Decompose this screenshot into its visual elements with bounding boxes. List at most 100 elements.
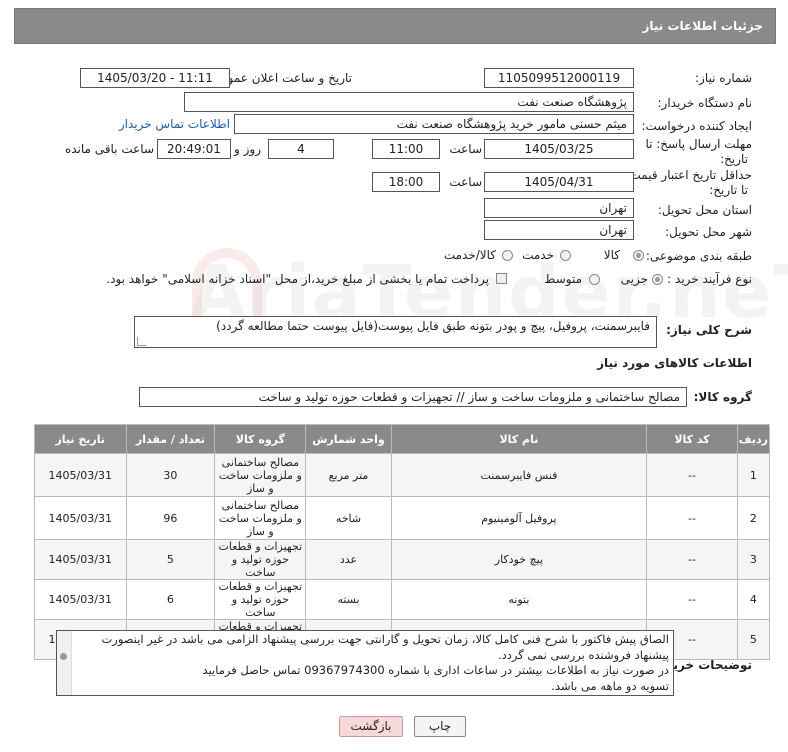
need-number-field: 1105099512000119: [484, 68, 634, 88]
buyer-org-label: نام دستگاه خریدار:: [657, 96, 753, 110]
cell-code: --: [646, 453, 738, 497]
cell-code: --: [646, 579, 738, 620]
validity-time-label: ساعت: [449, 175, 482, 189]
validity-date-field: 1405/04/31: [484, 172, 634, 192]
deadline-label-line1: مهلت ارسال پاسخ: تا: [645, 137, 752, 151]
process-radio-minor[interactable]: [652, 274, 663, 285]
cell-name: فنس فایبرسمنت: [390, 453, 648, 497]
description-label: شرح کلی نیاز:: [666, 323, 752, 337]
treasury-payment-checkbox[interactable]: [496, 273, 507, 284]
cell-name: پروفیل آلومینیوم: [390, 496, 648, 540]
items-table: تاریخ نیاز تعداد / مقدار گروه کالا واحد …: [34, 424, 771, 660]
process-radio-medium[interactable]: [589, 274, 600, 285]
category-option-service: خدمت: [522, 248, 554, 262]
cell-group: مصالح ساختمانی و ملزومات ساخت و ساز: [214, 453, 307, 497]
process-option-minor: جزیی: [620, 272, 648, 286]
cell-unit: شاخه: [305, 496, 392, 540]
cell-code: --: [646, 496, 738, 540]
goods-section-title: اطلاعات کالاهای مورد نیاز: [597, 356, 752, 370]
buyer-note-line: پیشنهاد فروشنده بررسی نمی گردد.: [498, 647, 669, 662]
cell-name: بتونه: [390, 579, 648, 620]
category-option-goods: کالا: [603, 248, 620, 262]
goods-group-field: مصالح ساختمانی و ملزومات ساخت و ساز // ت…: [139, 387, 687, 407]
category-label: طبقه بندی موضوعی:: [645, 249, 752, 263]
buyer-note-line: الصاق پیش فاکتور با شرح فنی کامل کالا، ز…: [101, 632, 669, 646]
items-table-header: تاریخ نیاز تعداد / مقدار گروه کالا واحد …: [34, 424, 771, 454]
cell-idx: 4: [736, 579, 771, 620]
announce-datetime-field: 1405/03/20 - 11:11: [80, 68, 230, 88]
deadline-time-label: ساعت: [449, 142, 482, 156]
buyer-contact-link[interactable]: اطلاعات تماس خریدار: [119, 117, 230, 131]
col-quantity: تعداد / مقدار: [125, 424, 216, 454]
buyer-notes-textarea[interactable]: الصاق پیش فاکتور با شرح فنی کامل کالا، ز…: [56, 630, 674, 696]
cell-group: تجهیزات و قطعات حوزه تولید و ساخت: [214, 539, 307, 580]
cell-idx: 1: [736, 453, 771, 497]
cell-qty: 96: [125, 496, 216, 540]
cell-qty: 30: [125, 453, 216, 497]
category-option-goods-service: کالا/خدمت: [443, 248, 496, 262]
cell-idx: 5: [736, 619, 771, 660]
deadline-label-line2: تاریخ:: [720, 152, 748, 166]
category-radio-goods-service[interactable]: [502, 250, 513, 261]
creator-label: ایجاد کننده درخواست:: [641, 119, 752, 133]
validity-label-line1: حداقل تاریخ اعتبار قیمت:: [625, 168, 752, 182]
cell-date: 1405/03/31: [34, 453, 127, 497]
description-textarea[interactable]: فایبرسمنت، پروفیل، پیچ و پودر بتونه طبق …: [134, 316, 657, 348]
province-field: تهران: [484, 198, 634, 218]
notes-scrollbar[interactable]: [57, 631, 72, 695]
table-row: 1405/03/31 5 تجهیزات و قطعات حوزه تولید …: [34, 539, 771, 580]
cell-idx: 3: [736, 539, 771, 580]
buyer-note-line: در صورت نیاز به اطلاعات بیشتر در ساعات ا…: [202, 663, 669, 677]
description-text: فایبرسمنت، پروفیل، پیچ و پودر بتونه طبق …: [216, 319, 650, 333]
cell-code: --: [646, 539, 738, 580]
creator-field: میثم حسنی مامور خرید پژوهشگاه صنعت نفت: [234, 114, 634, 134]
cell-unit: بسته: [305, 579, 392, 620]
cell-qty: 5: [125, 539, 216, 580]
col-goods-name: نام کالا: [390, 424, 648, 454]
cell-date: 1405/03/31: [34, 539, 127, 580]
col-goods-code: کد کالا: [646, 424, 738, 454]
category-radio-service[interactable]: [560, 250, 571, 261]
col-unit: واحد شمارش: [305, 424, 392, 454]
treasury-payment-note: پرداخت تمام یا بخشی از مبلغ خرید،از محل …: [106, 272, 489, 286]
process-option-medium: متوسط: [544, 272, 582, 286]
city-field: تهران: [484, 220, 634, 240]
scrollbar-thumb-icon[interactable]: [60, 653, 67, 660]
col-need-date: تاریخ نیاز: [34, 424, 127, 454]
cell-date: 1405/03/31: [34, 496, 127, 540]
need-number-label: شماره نیاز:: [695, 71, 752, 85]
resize-grip-icon[interactable]: [137, 337, 146, 346]
validity-label-line2: تا تاریخ:: [709, 183, 748, 197]
city-label: شهر محل تحویل:: [665, 225, 752, 239]
cell-qty: 6: [125, 579, 216, 620]
page-header: جزئیات اطلاعات نیاز: [14, 8, 776, 44]
days-remaining-field: 4: [268, 139, 334, 159]
print-button[interactable]: چاپ: [414, 716, 466, 737]
cell-group: مصالح ساختمانی و ملزومات ساخت و ساز: [214, 496, 307, 540]
days-label: روز و: [234, 142, 261, 156]
process-label: نوع فرآیند خرید :: [667, 272, 752, 286]
cell-name: پیچ خودکار: [390, 539, 648, 580]
back-button[interactable]: بازگشت: [339, 716, 403, 737]
table-row: 1405/03/31 30 مصالح ساختمانی و ملزومات س…: [34, 453, 771, 497]
col-goods-group: گروه کالا: [214, 424, 307, 454]
col-row: ردیف: [736, 424, 771, 454]
remaining-time-field: 20:49:01: [157, 139, 231, 159]
page-title: جزئیات اطلاعات نیاز: [642, 19, 763, 33]
cell-group: تجهیزات و قطعات حوزه تولید و ساخت: [214, 579, 307, 620]
province-label: استان محل تحویل:: [657, 203, 752, 217]
category-radio-goods[interactable]: [633, 250, 644, 261]
cell-date: 1405/03/31: [34, 579, 127, 620]
cell-unit: متر مربع: [305, 453, 392, 497]
table-row: 1405/03/31 6 تجهیزات و قطعات حوزه تولید …: [34, 579, 771, 620]
remaining-time-label: ساعت باقی مانده: [64, 142, 154, 156]
deadline-date-field: 1405/03/25: [484, 139, 634, 159]
buyer-note-line: تسویه دو ماهه می باشد.: [551, 678, 669, 693]
table-row: 1405/03/31 96 مصالح ساختمانی و ملزومات س…: [34, 496, 771, 540]
cell-unit: عدد: [305, 539, 392, 580]
validity-time-field: 18:00: [372, 172, 440, 192]
goods-group-label: گروه کالا:: [693, 390, 752, 404]
deadline-time-field: 11:00: [372, 139, 440, 159]
cell-idx: 2: [736, 496, 771, 540]
buyer-org-field: پژوهشگاه صنعت نفت: [184, 92, 634, 112]
